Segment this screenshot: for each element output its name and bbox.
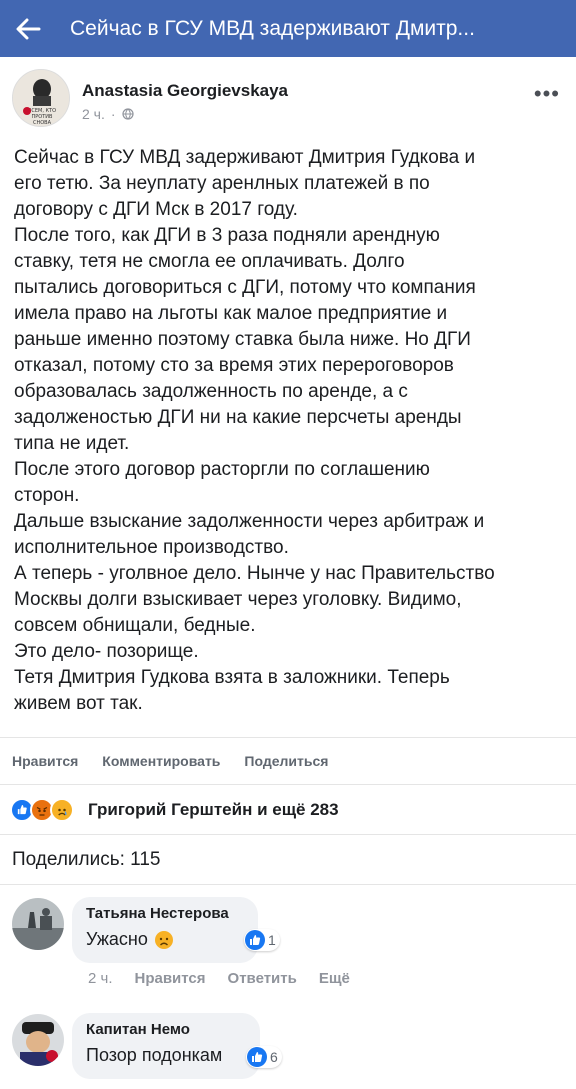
post-line: Москвы долги взыскивает через уголовку. … [14,589,462,610]
post-line: образовалась задолженность по аренде, а … [14,381,408,402]
share-button[interactable]: Поделиться [244,753,328,769]
more-options-icon[interactable]: ••• [534,81,560,107]
sad-face-icon [154,930,173,949]
avatar-image [12,898,64,950]
svg-text:СНОВА: СНОВА [33,120,52,126]
commenter-avatar[interactable] [12,898,64,950]
post-actions: Нравится Комментировать Поделиться [0,737,576,785]
comment-more-button[interactable]: Ещё [319,970,350,987]
comment-bubble: Капитан Немо Позор подонкам [72,1013,260,1079]
sad-reaction-icon [50,797,74,822]
post-line: задолженостью ДГИ ни на какие персчеты а… [14,407,462,428]
post-line: Сейчас в ГСУ МВД задерживают Дмитрия Гуд… [14,147,476,168]
author-name[interactable]: Anastasia Georgievskaya [82,81,288,101]
like-count: 1 [268,932,276,948]
post-header: ВСЕМ, КТО ПРОТИВ СНОВА Anastasia Georgie… [0,57,576,137]
like-icon [245,930,265,950]
post-line: После этого договор расторгли по соглаше… [14,459,430,480]
comment-text-content: Позор подонкам [86,1045,223,1065]
comment-like-count[interactable]: 1 [244,929,280,951]
reactions-text[interactable]: Григорий Герштейн и ещё 283 [88,800,339,820]
commenter-avatar[interactable] [12,1014,64,1066]
comment-author[interactable]: Капитан Немо [86,1021,246,1038]
comment-like-count[interactable]: 6 [246,1046,282,1068]
comment-text: Позор подонкам [86,1045,246,1066]
post-line: отказал, потому сто за время этих переро… [14,355,454,376]
shares-count[interactable]: Поделились: 115 [0,835,576,885]
comment-text-content: Ужасно [86,929,148,949]
comment-bubble: Татьяна Нестерова Ужасно [72,897,258,963]
reaction-icons [10,797,80,822]
post-body: Сейчас в ГСУ МВД задерживают Дмитрия Гуд… [14,145,566,717]
post-line: живем вот так. [14,693,143,714]
page-title: Сейчас в ГСУ МВД задерживают Дмитр... [70,16,475,40]
post-line: Это дело- позорище. [14,641,199,662]
post-time[interactable]: 2 ч. [82,106,105,122]
comment-like-button[interactable]: Нравится [135,970,206,987]
back-button[interactable] [0,0,56,57]
post-line: раньше именно поэтому ставка была ниже. … [14,329,471,350]
post-line: После того, как ДГИ в 3 раза подняли аре… [14,225,440,246]
reactions-summary[interactable]: Григорий Герштейн и ещё 283 [0,785,576,835]
post-line: договору с ДГИ Мск в 2017 году. [14,199,298,220]
top-bar: Сейчас в ГСУ МВД задерживают Дмитр... [0,0,576,57]
avatar-image [12,1014,64,1066]
comment-time[interactable]: 2 ч. [88,970,113,987]
post-line: ставку, тетя не смогла ее оплачивать. До… [14,251,405,272]
separator-dot: · [110,106,116,122]
post-line: исполнительное производство. [14,537,289,558]
post-line: пытались договориться с ДГИ, потому что … [14,277,476,298]
post-meta: 2 ч. · [82,106,134,122]
back-arrow-icon [16,18,41,39]
comment-reply-button[interactable]: Ответить [228,970,297,987]
post-line: типа не идет. [14,433,130,454]
post-line: совсем обнищали, бедные. [14,615,256,636]
post-line: Дальше взыскание задолженности через арб… [14,511,485,532]
comment-button[interactable]: Комментировать [102,753,220,769]
like-icon [247,1047,267,1067]
like-count: 6 [270,1049,278,1065]
post-line: его тетю. За неуплату аренлных платежей … [14,173,430,194]
shares-text: Поделились: 115 [12,848,161,870]
post-line: сторон. [14,485,80,506]
post-line: Тетя Дмитрия Гудкова взята в заложники. … [14,667,450,688]
comment-text: Ужасно [86,929,244,950]
like-button[interactable]: Нравится [12,753,78,769]
post-line: имела право на льготы как малое предприя… [14,303,448,324]
globe-icon [121,108,134,120]
author-avatar[interactable]: ВСЕМ, КТО ПРОТИВ СНОВА [12,69,70,127]
comment-author[interactable]: Татьяна Нестерова [86,905,244,922]
comment-meta: 2 ч. Нравится Ответить Ещё [88,970,350,987]
post-line: А теперь - уголвное дело. Нынче у нас Пр… [14,563,495,584]
avatar-image: ВСЕМ, КТО ПРОТИВ СНОВА [13,70,69,126]
